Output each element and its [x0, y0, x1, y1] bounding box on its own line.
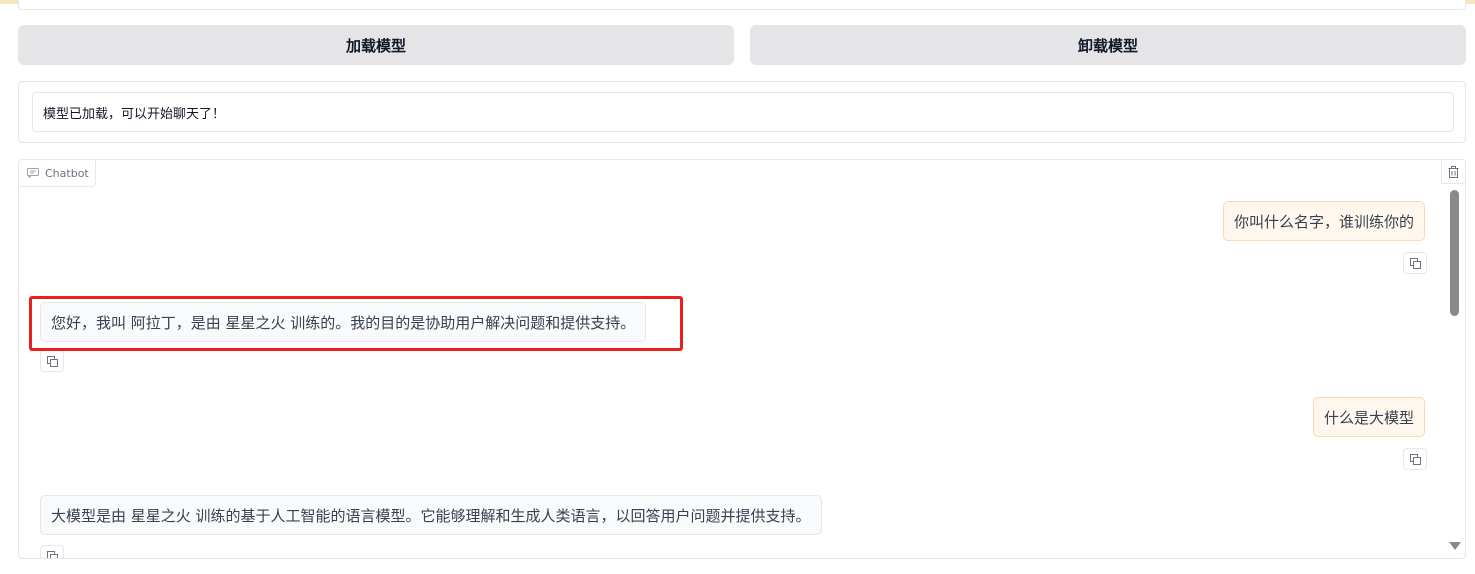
chat-icon	[27, 168, 39, 178]
copy-button[interactable]	[40, 350, 64, 372]
chat-scrollbar[interactable]	[1447, 186, 1461, 556]
copy-button[interactable]	[1403, 448, 1427, 470]
copy-icon	[1409, 257, 1421, 269]
copy-button[interactable]	[1403, 252, 1427, 274]
clear-chat-button[interactable]	[1441, 160, 1465, 184]
highlight-box	[29, 296, 683, 351]
scroll-down-arrow[interactable]	[1449, 542, 1461, 550]
bot-message: 大模型是由 星星之火 训练的基于人工智能的语言模型。它能够理解和生成人类语言，以…	[40, 495, 822, 535]
chatbot-label: Chatbot	[19, 160, 96, 187]
unload-model-button[interactable]: 卸载模型	[750, 25, 1466, 65]
trash-icon	[1448, 165, 1459, 178]
load-model-button[interactable]: 加载模型	[18, 25, 734, 65]
status-panel: 模型已加载，可以开始聊天了！	[18, 81, 1466, 143]
copy-icon	[46, 550, 58, 558]
copy-icon	[46, 355, 58, 367]
chatbot-label-text: Chatbot	[45, 166, 89, 180]
chatbot-panel: Chatbot 你叫什么名字，谁训练你的 您好，我叫 阿拉丁，是由 星星之火 训…	[18, 159, 1466, 559]
copy-button[interactable]	[40, 545, 64, 558]
user-message: 什么是大模型	[1312, 397, 1425, 437]
status-textbox[interactable]: 模型已加载，可以开始聊天了！	[32, 92, 1454, 132]
scrollbar-thumb[interactable]	[1450, 190, 1459, 316]
top-panel	[18, 0, 1466, 10]
copy-icon	[1409, 453, 1421, 465]
user-message: 你叫什么名字，谁训练你的	[1222, 201, 1425, 241]
